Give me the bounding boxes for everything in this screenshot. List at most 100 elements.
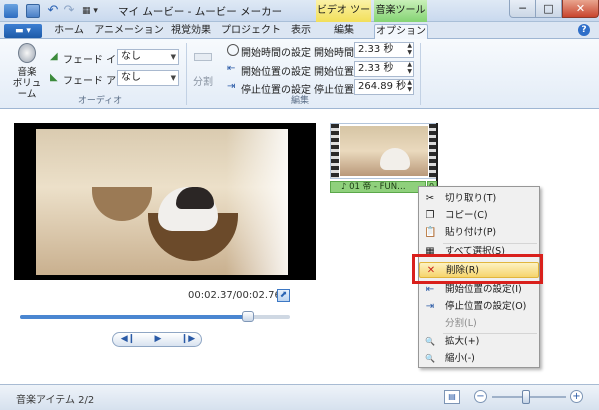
- tab-edit[interactable]: 編集: [322, 24, 366, 39]
- spinner-icon[interactable]: ▲ ▼: [407, 79, 412, 93]
- hanging-basket: [92, 187, 152, 221]
- start-time-label: 開始時間:: [314, 48, 358, 59]
- clipboard-icon: 📋: [424, 227, 437, 238]
- music-volume-label: 音楽 ボリューム: [12, 67, 42, 100]
- clip-thumbnail: [340, 126, 428, 176]
- split-icon: [194, 53, 212, 61]
- fade-out-icon: ◣: [50, 72, 58, 83]
- clip-cat: [380, 148, 410, 170]
- spinner-icon[interactable]: ▲ ▼: [407, 42, 412, 56]
- audio-item[interactable]: ♪ 01 帝 - FUN…: [330, 181, 426, 193]
- minimize-button[interactable]: ─: [509, 0, 536, 18]
- start-point-input[interactable]: 2.33 秒 ▲ ▼: [354, 61, 414, 77]
- music-volume-button[interactable]: 音楽 ボリューム: [8, 41, 46, 100]
- fade-out-value: なし: [121, 72, 141, 83]
- context-tab-music-tools: 音楽ツール: [374, 0, 427, 22]
- title-bar: ↶ ↷ ▦ ▾ マイ ムービー - ムービー メーカー ビデオ ツール 音楽ツー…: [0, 0, 599, 38]
- ribbon-separator: [186, 43, 187, 105]
- window-light: [226, 129, 288, 275]
- video-frame: [36, 129, 288, 275]
- timecode: 00:02.37/00:02.76: [188, 290, 281, 301]
- video-clip[interactable]: [330, 123, 438, 179]
- tab-view[interactable]: 表示: [284, 24, 318, 39]
- set-start-time-button[interactable]: 開始時間の設定: [241, 44, 311, 59]
- ribbon-separator: [420, 43, 421, 105]
- menu-item-set-start-point[interactable]: ⇤ 開始位置の設定(I): [419, 282, 539, 298]
- fade-in-icon: ◢: [50, 51, 58, 62]
- previous-frame-button[interactable]: ◀❙: [113, 333, 143, 346]
- copy-icon: ❐: [425, 210, 435, 221]
- start-time-value: 2.33 秒: [358, 44, 394, 55]
- status-text: 音楽アイテム 2/2: [16, 395, 95, 406]
- next-frame-button[interactable]: ❙▶: [173, 333, 203, 346]
- edit-group-label: 編集: [290, 96, 309, 106]
- zoom-out-button[interactable]: −: [474, 390, 487, 403]
- menu-item-copy[interactable]: ❐ コピー(C): [419, 208, 539, 224]
- maximize-button[interactable]: □: [536, 0, 562, 18]
- context-tab-video-tools: ビデオ ツール: [316, 0, 371, 38]
- filmstrip-edge: [331, 124, 339, 178]
- help-icon[interactable]: ?: [578, 24, 590, 36]
- zoom-slider-thumb[interactable]: [521, 390, 530, 404]
- audio-group-label: オーディオ: [77, 96, 123, 106]
- cat-patch: [176, 187, 214, 209]
- save-icon[interactable]: [26, 4, 40, 18]
- ribbon: 音楽 ボリューム ◢ フェード イン: なし ▼ ◣ フェード アウト: なし …: [0, 39, 599, 109]
- end-point-value: 264.89 秒: [358, 81, 407, 92]
- menu-item-paste[interactable]: 📋 貼り付け(P): [419, 225, 539, 241]
- start-time-input[interactable]: 2.33 秒 ▲ ▼: [354, 42, 414, 58]
- set-start-point-icon: ⇤: [227, 63, 236, 74]
- menu-item-zoom-out[interactable]: 🔍 縮小(-): [419, 351, 539, 367]
- split-label: 分割: [193, 77, 213, 88]
- scissors-icon: ✂: [425, 193, 435, 204]
- set-start-point-button[interactable]: 開始位置の設定: [241, 63, 311, 78]
- redo-icon[interactable]: ↷: [62, 4, 76, 18]
- tab-animations[interactable]: アニメーション: [94, 24, 164, 39]
- undo-icon[interactable]: ↶: [46, 4, 60, 18]
- quick-access-customize-button[interactable]: ▦ ▾: [82, 4, 104, 18]
- tab-options[interactable]: オプション: [374, 24, 428, 39]
- tab-project[interactable]: プロジェクト: [220, 24, 282, 39]
- menu-item-split: 分割(L): [419, 316, 539, 332]
- menu-item-label: 縮小(-): [445, 353, 475, 364]
- video-preview[interactable]: [14, 123, 316, 280]
- menu-item-label: 分割(L): [445, 318, 477, 329]
- start-point-value: 2.33 秒: [358, 63, 394, 74]
- seek-bar-fill: [20, 315, 250, 319]
- fade-out-select[interactable]: なし ▼: [117, 70, 179, 86]
- set-end-point-icon: ⇥: [227, 81, 236, 92]
- split-button: 分割: [190, 43, 216, 93]
- menu-item-label: 開始位置の設定(I): [445, 284, 522, 295]
- close-button[interactable]: ✕: [562, 0, 599, 18]
- fullscreen-button[interactable]: ⬈: [277, 289, 290, 302]
- tab-visual-effects[interactable]: 視覚効果: [166, 24, 216, 39]
- window-title: マイ ムービー - ムービー メーカー: [118, 6, 283, 18]
- tab-home[interactable]: ホーム: [50, 24, 88, 39]
- end-point-input[interactable]: 264.89 秒 ▲ ▼: [354, 79, 414, 95]
- file-menu-button[interactable]: ▬ ▾: [4, 24, 42, 38]
- menu-item-set-end-point[interactable]: ⇥ 停止位置の設定(O): [419, 299, 539, 315]
- menu-item-label: 拡大(+): [445, 336, 480, 347]
- speaker-icon: [18, 43, 36, 63]
- menu-item-zoom-in[interactable]: 🔍 拡大(+): [419, 334, 539, 350]
- status-bar: 音楽アイテム 2/2 ▤ − +: [0, 384, 599, 410]
- chevron-down-icon: ▼: [170, 53, 176, 61]
- spinner-icon[interactable]: ▲ ▼: [407, 61, 412, 75]
- annotation-highlight-box: [412, 254, 543, 284]
- menu-item-cut[interactable]: ✂ 切り取り(T): [419, 191, 539, 207]
- menu-item-label: 停止位置の設定(O): [445, 301, 527, 312]
- zoom-in-button[interactable]: +: [570, 390, 583, 403]
- ribbon-tabs: ▬ ▾ ホーム アニメーション 視覚効果 プロジェクト 表示 編集 オプション …: [0, 22, 599, 39]
- fade-in-value: なし: [121, 51, 141, 62]
- app-icon[interactable]: [4, 4, 18, 18]
- play-button[interactable]: ▶: [143, 333, 173, 346]
- fade-in-select[interactable]: なし ▼: [117, 49, 179, 65]
- seek-thumb[interactable]: [242, 311, 254, 322]
- storyboard-view-icon[interactable]: ▤: [444, 390, 460, 404]
- zoom-slider[interactable]: [492, 390, 566, 404]
- set-start-point-icon: ⇤: [425, 284, 435, 295]
- zoom-in-icon: 🔍: [425, 337, 435, 346]
- transport-controls: ◀❙ ▶ ❙▶: [112, 332, 202, 347]
- set-end-point-icon: ⇥: [425, 301, 435, 312]
- end-point-label: 停止位置:: [314, 85, 358, 96]
